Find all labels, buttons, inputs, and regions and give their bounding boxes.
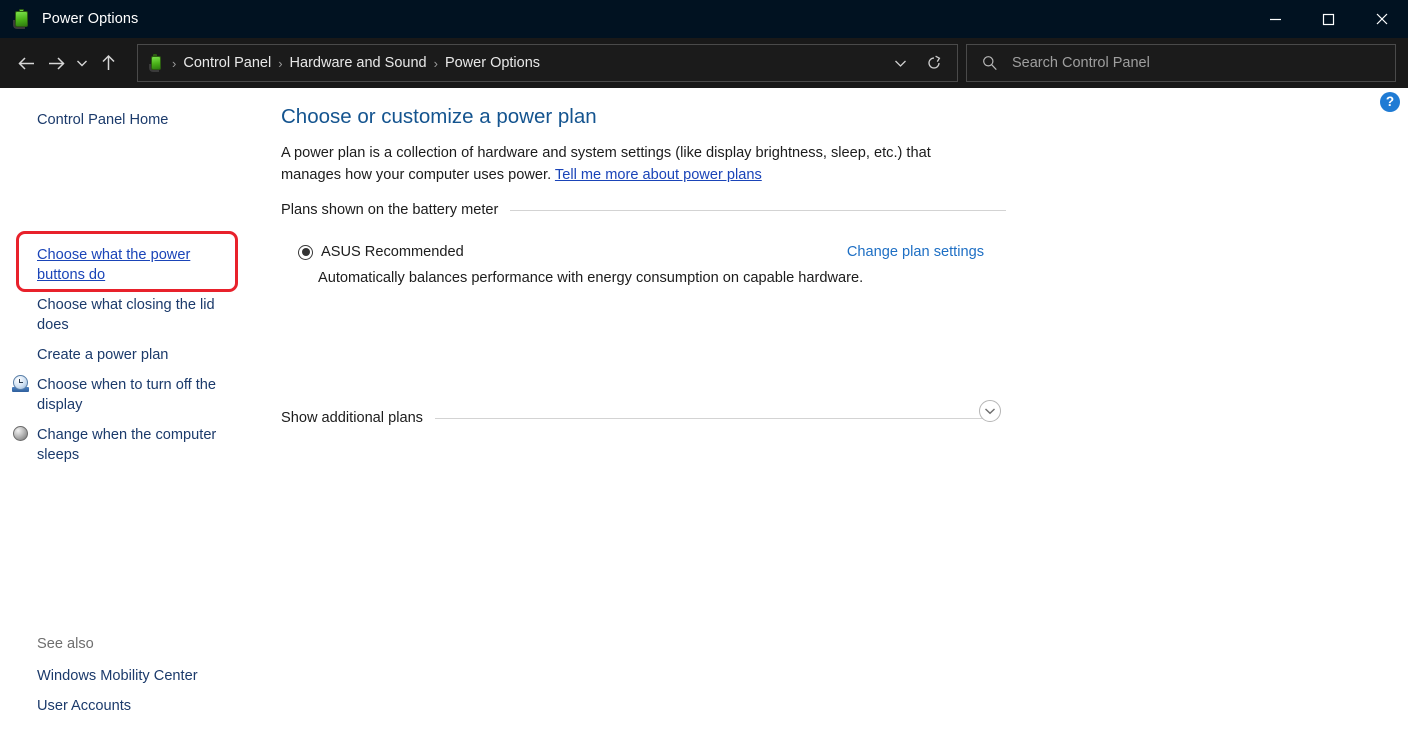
plan-radio-button[interactable] bbox=[298, 244, 313, 260]
breadcrumb-separator: › bbox=[172, 55, 177, 71]
search-box[interactable] bbox=[966, 44, 1396, 82]
breadcrumb-item-power-options[interactable]: Power Options bbox=[445, 55, 540, 71]
sidebar-item-control-panel-home[interactable]: Control Panel Home bbox=[37, 110, 168, 130]
search-icon bbox=[982, 55, 998, 71]
page-title: Choose or customize a power plan bbox=[281, 105, 597, 128]
see-also-label: See also bbox=[37, 636, 94, 652]
main-pane: Choose or customize a power plan A power… bbox=[272, 88, 1408, 742]
breadcrumb-separator: › bbox=[433, 55, 438, 71]
title-bar: Power Options bbox=[0, 0, 1408, 38]
content-area: ? Control Panel Home Choose what the pow… bbox=[0, 88, 1408, 742]
power-plan-row[interactable]: ASUS Recommended Change plan settings bbox=[281, 244, 1006, 260]
sidebar-item-computer-sleeps[interactable]: Change when the computer sleeps bbox=[37, 425, 229, 465]
plans-section-label: Plans shown on the battery meter bbox=[281, 202, 499, 218]
recent-locations-chevron-down-icon[interactable] bbox=[71, 47, 93, 79]
show-additional-plans-chevron-down-icon[interactable] bbox=[979, 400, 1001, 422]
address-battery-icon bbox=[147, 54, 165, 72]
additional-plans-label: Show additional plans bbox=[281, 410, 423, 426]
breadcrumb-item-control-panel[interactable]: Control Panel bbox=[183, 55, 271, 71]
change-plan-settings-link[interactable]: Change plan settings bbox=[847, 244, 984, 260]
forward-arrow-icon[interactable] bbox=[41, 47, 71, 79]
window-title: Power Options bbox=[42, 11, 139, 27]
additional-plans-section-header: Show additional plans bbox=[281, 410, 1006, 426]
breadcrumb-separator: › bbox=[278, 55, 283, 71]
sidebar-item-closing-lid[interactable]: Choose what closing the lid does bbox=[37, 295, 232, 335]
section-divider bbox=[434, 417, 998, 419]
sidebar-item-create-power-plan[interactable]: Create a power plan bbox=[37, 345, 168, 365]
history-chevron-down-icon[interactable] bbox=[883, 45, 917, 81]
sidebar-item-turn-off-display[interactable]: Choose when to turn off the display bbox=[37, 375, 229, 415]
sleep-moon-icon bbox=[12, 425, 30, 443]
breadcrumb-item-hardware-and-sound[interactable]: Hardware and Sound bbox=[290, 55, 427, 71]
section-divider bbox=[510, 209, 1006, 211]
minimize-icon[interactable] bbox=[1249, 0, 1302, 38]
sidebar: Control Panel Home Choose what the power… bbox=[0, 88, 272, 742]
address-bar[interactable]: › Control Panel › Hardware and Sound › P… bbox=[137, 44, 958, 82]
close-icon[interactable] bbox=[1355, 0, 1408, 38]
power-options-window: Power Options › Control Panel › Hardware… bbox=[0, 0, 1408, 742]
back-arrow-icon[interactable] bbox=[11, 47, 41, 79]
maximize-icon[interactable] bbox=[1302, 0, 1355, 38]
page-description: A power plan is a collection of hardware… bbox=[281, 142, 953, 186]
sidebar-item-user-accounts[interactable]: User Accounts bbox=[37, 696, 131, 716]
battery-icon bbox=[11, 8, 33, 30]
plans-section-header: Plans shown on the battery meter bbox=[281, 202, 1006, 218]
tell-me-more-link[interactable]: Tell me more about power plans bbox=[555, 167, 762, 183]
address-bar-actions bbox=[883, 45, 957, 81]
refresh-icon[interactable] bbox=[917, 45, 951, 81]
search-input[interactable] bbox=[1012, 55, 1395, 71]
plan-name: ASUS Recommended bbox=[321, 244, 464, 260]
up-arrow-icon[interactable] bbox=[93, 47, 123, 79]
window-controls bbox=[1249, 0, 1408, 38]
sidebar-item-power-buttons[interactable]: Choose what the power buttons do bbox=[37, 245, 212, 285]
clock-display-icon bbox=[12, 375, 30, 393]
sidebar-item-windows-mobility-center[interactable]: Windows Mobility Center bbox=[37, 666, 198, 686]
plan-description: Automatically balances performance with … bbox=[318, 270, 864, 286]
